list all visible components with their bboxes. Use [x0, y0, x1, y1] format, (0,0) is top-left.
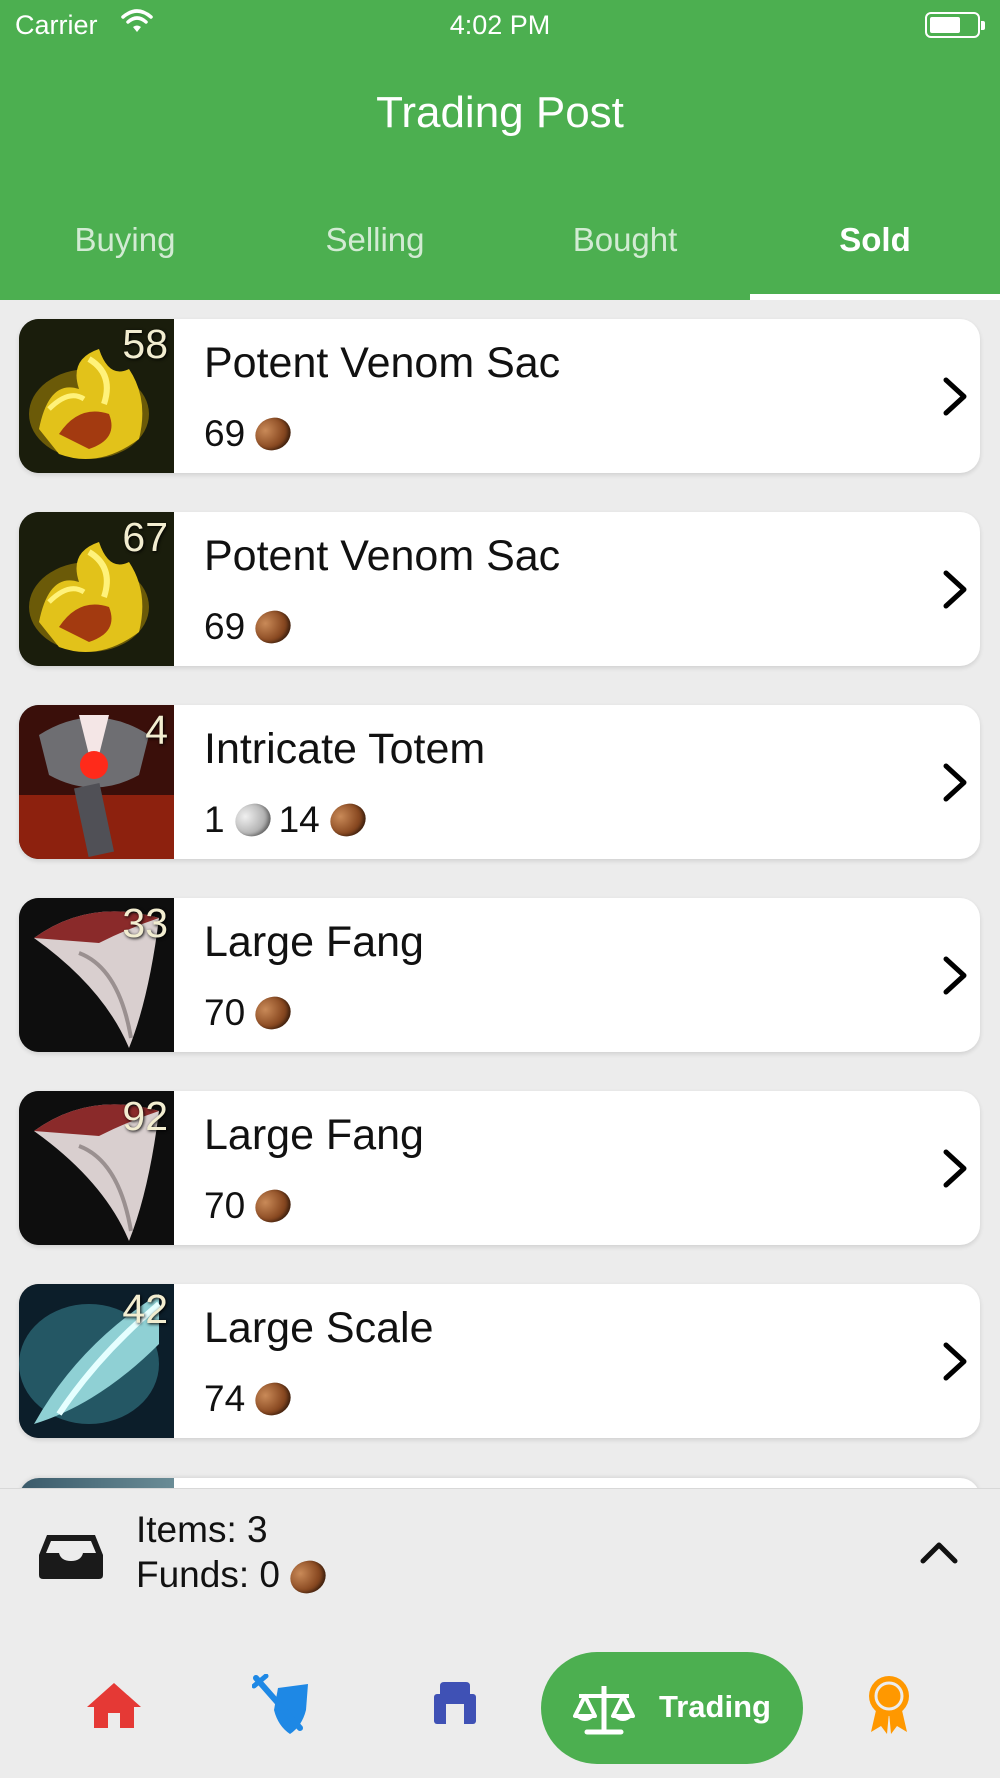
totem-icon: 4: [19, 705, 174, 859]
achievement-icon[interactable]: [867, 1674, 911, 1739]
copper-amount: 74: [204, 1378, 246, 1420]
tab-sold[interactable]: Sold: [750, 210, 1000, 300]
item-name: Potent Venom Sac: [204, 532, 561, 580]
item-name: Intricate Totem: [204, 725, 486, 773]
item-price: 69: [204, 604, 299, 650]
item-price: 70: [204, 1183, 299, 1229]
bank-icon[interactable]: [432, 1680, 478, 1731]
list-item[interactable]: 42 Large Scale 74: [19, 1284, 980, 1438]
tab-bought[interactable]: Bought: [500, 210, 750, 300]
pvp-shield-icon[interactable]: [251, 1673, 312, 1741]
silver-amount: 1: [204, 799, 225, 841]
copper-amount: 14: [278, 799, 320, 841]
venom-sac-icon: 67: [19, 512, 174, 666]
chevron-right-icon: [934, 953, 979, 998]
venom-sac-icon: 58: [19, 319, 174, 473]
silver-coin-icon: [229, 798, 276, 843]
copper-amount: 69: [204, 413, 246, 455]
item-quantity: 67: [122, 514, 168, 560]
trading-scale-icon: [573, 1682, 635, 1741]
item-price: 1 14: [204, 797, 374, 843]
copper-amount: 69: [204, 606, 246, 648]
items-count: Items: 3: [136, 1509, 268, 1550]
fang-icon: 92: [19, 1091, 174, 1245]
home-icon[interactable]: [85, 1680, 143, 1735]
copper-coin-icon: [324, 798, 371, 843]
chevron-right-icon: [934, 1146, 979, 1191]
item-quantity: 4: [145, 707, 168, 753]
item-thumbnail: [19, 1478, 174, 1488]
tab-selling[interactable]: Selling: [250, 210, 500, 300]
scale-icon: 42: [19, 1284, 174, 1438]
sold-items-list[interactable]: 58 Potent Venom Sac 69 67 Potent Venom S…: [0, 300, 1000, 1488]
chevron-right-icon: [934, 567, 979, 612]
list-item[interactable]: 4 Intricate Totem 1 14: [19, 705, 980, 859]
item-name: Large Scale: [204, 1304, 434, 1352]
clock: 4:02 PM: [449, 10, 551, 40]
item-quantity: 58: [122, 321, 168, 367]
copper-coin-icon: [250, 1184, 297, 1229]
trading-nav-button[interactable]: Trading: [541, 1652, 803, 1764]
item-quantity: 42: [122, 1286, 168, 1332]
battery-icon: [925, 12, 985, 38]
copper-coin-icon: [250, 1377, 297, 1422]
app-header: Carrier 4:02 PM Trading Post Buying Sell…: [0, 0, 1000, 300]
chevron-right-icon: [934, 760, 979, 805]
item-name: Large Fang: [204, 918, 424, 966]
item-quantity: 92: [122, 1093, 168, 1139]
copper-coin-icon: [250, 991, 297, 1036]
copper-coin-icon: [250, 605, 297, 650]
funds-label: Funds: 0: [136, 1554, 280, 1595]
item-name: Potent Venom Sac: [204, 339, 561, 387]
chevron-up-icon[interactable]: [918, 1537, 960, 1572]
chevron-right-icon: [934, 374, 979, 419]
list-item[interactable]: 67 Potent Venom Sac 69: [19, 512, 980, 666]
item-price: 74: [204, 1376, 299, 1422]
trading-nav-label: Trading: [659, 1689, 771, 1724]
list-item[interactable]: 58 Potent Venom Sac 69: [19, 319, 980, 473]
bottom-nav: Trading: [0, 1628, 1000, 1778]
item-quantity: 33: [122, 900, 168, 946]
list-item[interactable]: 33 Large Fang 70: [19, 898, 980, 1052]
chevron-right-icon: [934, 1339, 979, 1384]
list-item[interactable]: 92 Large Fang 70: [19, 1091, 980, 1245]
item-price: 69: [204, 411, 299, 457]
item-name: Large Fang: [204, 1111, 424, 1159]
tab-buying[interactable]: Buying: [0, 210, 250, 300]
tab-bar: Buying Selling Bought Sold: [0, 210, 1000, 300]
copper-amount: 70: [204, 992, 246, 1034]
inbox-icon: [37, 1531, 105, 1586]
fang-icon: 33: [19, 898, 174, 1052]
list-item-partial[interactable]: [19, 1478, 980, 1488]
funds-amount: Funds: 0: [136, 1554, 334, 1600]
copper-coin-icon: [284, 1555, 332, 1600]
copper-amount: 70: [204, 1185, 246, 1227]
status-bar: Carrier 4:02 PM: [0, 0, 1000, 50]
page-title: Trading Post: [376, 88, 624, 137]
summary-bar: Items: 3 Funds: 0: [0, 1488, 1000, 1628]
copper-coin-icon: [250, 412, 297, 457]
item-price: 70: [204, 990, 299, 1036]
